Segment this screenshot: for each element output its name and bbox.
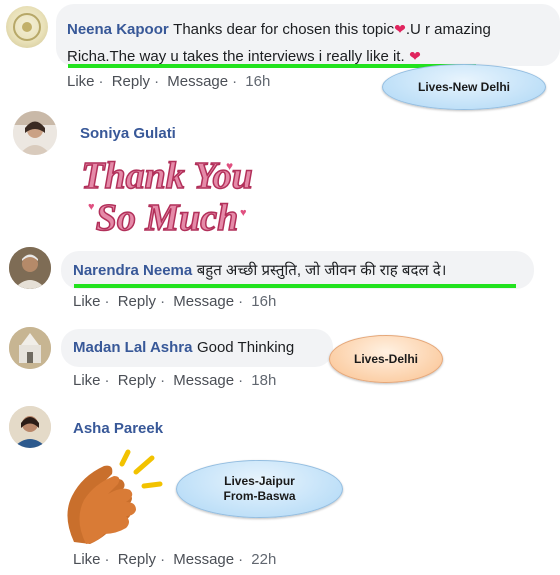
callout-line: Lives-Jaipur [224,474,295,488]
comment-text: Thanks dear for chosen this topic [173,21,395,38]
callout-line: From-Baswa [223,489,296,503]
sticker-image: Thank You So Much ♥ ♥ ♥ [81,154,254,240]
comment-actions: Like · Reply · Message · 22h [73,551,277,568]
avatar-soniya-gulati[interactable] [13,111,57,155]
timestamp[interactable]: 16h [251,293,276,310]
message-link[interactable]: Message [173,293,234,310]
comment-text: Good Thinking [196,339,295,356]
comment-author[interactable]: Neena Kapoor [67,21,169,38]
highlight-underline [74,284,516,288]
sticker-heart-icon: ♥ [240,207,247,219]
thank-you-sticker[interactable]: Thank You So Much ♥ ♥ ♥ [76,150,258,240]
location-callout: Lives-New Delhi [382,64,546,110]
timestamp[interactable]: 18h [251,372,276,389]
reply-link[interactable]: Reply [118,372,156,389]
avatar-asha-pareek[interactable] [9,406,51,448]
avatar-emblem-icon [13,13,41,41]
comment-author[interactable]: Asha Pareek [73,420,163,437]
like-link[interactable]: Like [67,73,95,90]
clapping-hands-icon[interactable] [60,446,168,546]
clapping-hands-image [67,449,163,544]
avatar-photo-icon [13,111,57,155]
callout-text: Lives-Jaipur From-Baswa [223,474,295,504]
highlight-underline [68,64,476,68]
comment-text: .U r amazing [405,21,491,38]
comment-actions: Like · Reply · Message · 18h [73,372,277,389]
reply-link[interactable]: Reply [118,293,156,310]
like-link[interactable]: Like [73,551,101,568]
comment-actions: Like · Reply · Message · 16h [73,293,277,310]
callout-text: Lives-Delhi [353,351,419,366]
comment-body: Narendra Neema बहुत अच्छी प्रस्तुति, जो … [73,260,446,280]
sticker-heart-icon: ♥ [88,201,95,213]
comment-actions: Like · Reply · Message · 16h [67,73,271,90]
callout-text: Lives-New Delhi [417,79,511,94]
avatar-photo-icon [9,247,51,289]
comment-author[interactable]: Soniya Gulati [80,125,176,142]
like-link[interactable]: Like [73,372,101,389]
reply-link[interactable]: Reply [118,551,156,568]
timestamp[interactable]: 16h [245,73,270,90]
avatar-madan-lal-ashra[interactable] [9,327,51,369]
avatar-temple-icon [9,327,51,369]
timestamp[interactable]: 22h [251,551,276,568]
comment-body: Neena Kapoor Thanks dear for chosen this… [67,16,557,70]
location-callout: Lives-Delhi [329,335,443,383]
sticker-line2: So Much [96,197,239,234]
avatar-narendra-neema[interactable] [9,247,51,289]
message-link[interactable]: Message [173,372,234,389]
heart-icon: ❤ [409,48,421,64]
avatar-neena-kapoor[interactable] [6,6,48,48]
comment-text: बहुत अच्छी प्रस्तुति, जो जीवन की राह बदल… [196,262,447,279]
comment-author[interactable]: Madan Lal Ashra [73,339,192,356]
reply-link[interactable]: Reply [112,73,150,90]
comment-author[interactable]: Narendra Neema [73,262,192,279]
message-link[interactable]: Message [167,73,228,90]
sticker-heart-icon: ♥ [226,159,233,173]
like-link[interactable]: Like [73,293,101,310]
comment-text: Richa.The way u takes the interviews i r… [67,48,405,65]
heart-icon: ❤ [394,21,406,37]
avatar-photo-icon [9,406,51,448]
comment-body: Madan Lal Ashra Good Thinking [73,339,294,357]
message-link[interactable]: Message [173,551,234,568]
location-callout: Lives-Jaipur From-Baswa [176,460,343,518]
